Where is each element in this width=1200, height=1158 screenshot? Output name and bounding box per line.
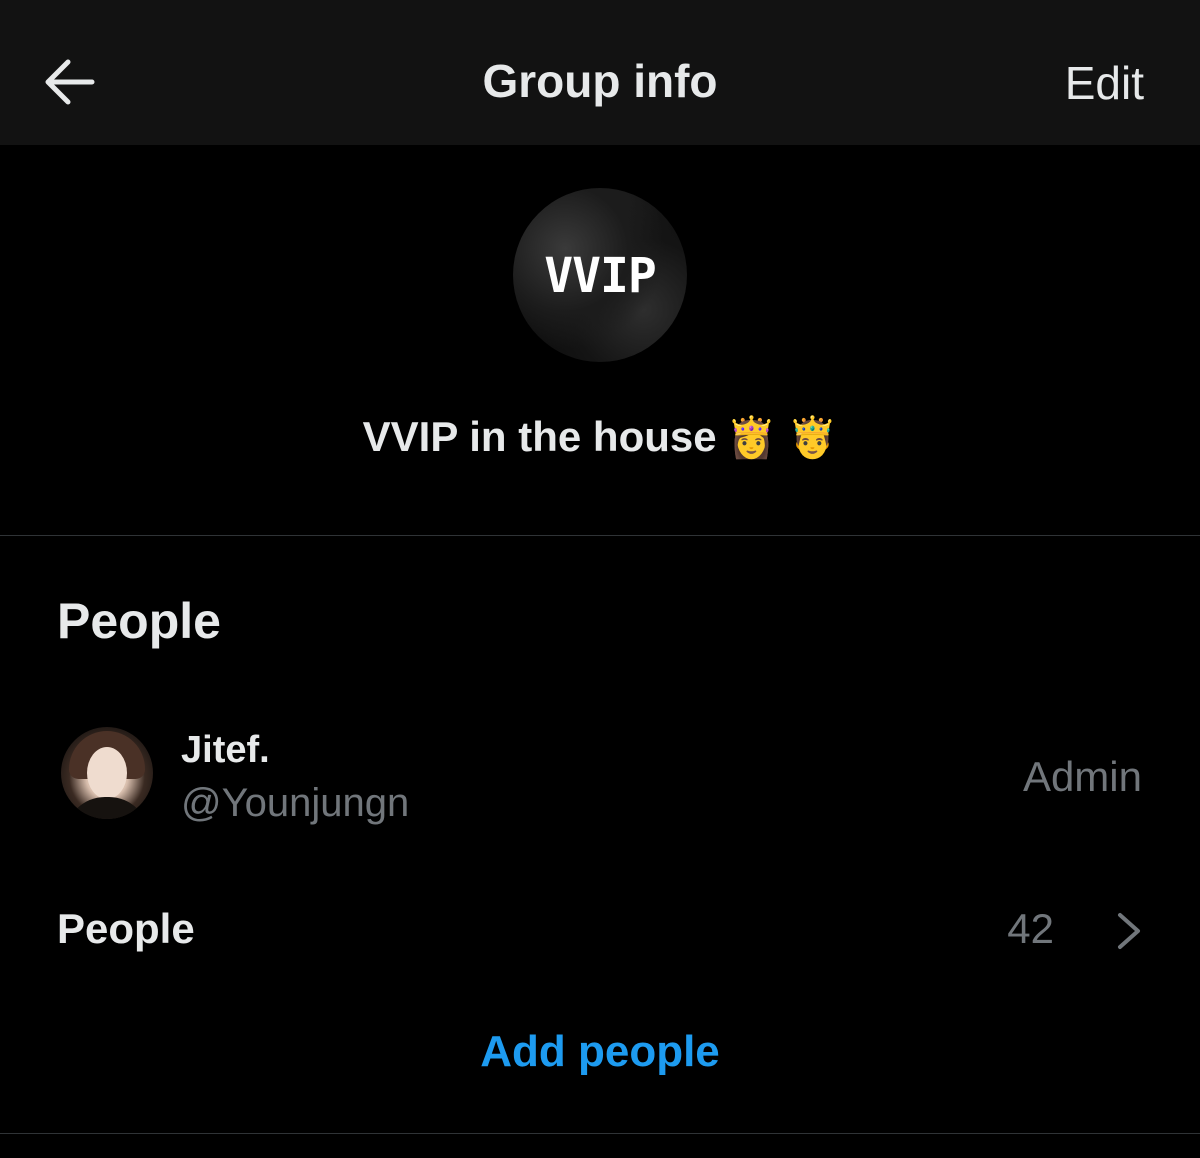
- member-row[interactable]: Jitef. @Younjungn Admin: [0, 715, 1200, 835]
- arrow-left-icon: [45, 59, 95, 105]
- member-handle: @Younjungn: [181, 781, 410, 825]
- people-list-row[interactable]: People 42: [0, 885, 1200, 975]
- top-bar: Group info Edit: [0, 0, 1200, 145]
- avatar: [61, 727, 153, 819]
- group-avatar-text: VVIP: [544, 248, 657, 304]
- member-role: Admin: [1022, 753, 1142, 800]
- member-name: Jitef.: [181, 729, 270, 771]
- divider: [0, 1133, 1200, 1134]
- add-people-button[interactable]: Add people: [0, 1027, 1200, 1077]
- group-avatar[interactable]: VVIP: [513, 188, 687, 362]
- page-title: Group info: [482, 55, 718, 107]
- group-name-emojis: 👸 🤴: [726, 416, 838, 460]
- people-count: 42: [1007, 905, 1054, 952]
- back-button[interactable]: [40, 56, 96, 108]
- people-section-title: People: [57, 593, 221, 649]
- chevron-right-icon: [1114, 911, 1144, 951]
- divider: [0, 535, 1200, 536]
- group-name-text: VVIP in the house: [362, 413, 717, 460]
- people-row-label: People: [57, 905, 195, 952]
- group-name: VVIP in the house 👸 🤴: [0, 413, 1200, 461]
- edit-button[interactable]: Edit: [1065, 56, 1144, 110]
